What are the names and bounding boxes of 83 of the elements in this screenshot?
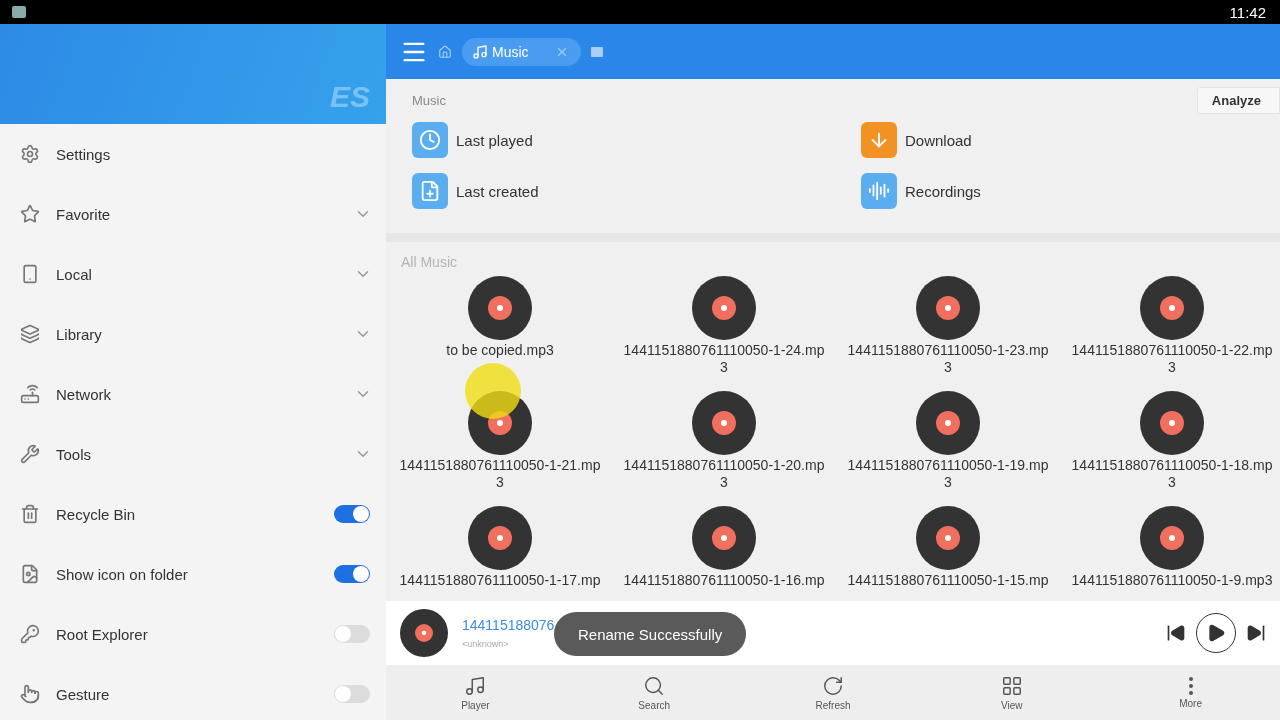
disc-icon [1140, 276, 1204, 340]
file-name[interactable]: 1441151880761110050-1-24.mp3 [620, 342, 828, 376]
file-name[interactable]: 1441151880761110050-1-16.mp [620, 572, 828, 589]
disc-icon [468, 506, 532, 570]
music-note-icon [472, 43, 488, 60]
file-name[interactable]: 1441151880761110050-1-23.mp3 [844, 342, 1052, 376]
disc-icon [692, 391, 756, 455]
nav-button[interactable]: More [1101, 665, 1280, 720]
sidebar-item[interactable]: Settings [56, 145, 372, 163]
touch-indicator [465, 363, 521, 419]
section-title: Music [412, 93, 446, 108]
key-icon [20, 624, 40, 644]
file-name[interactable]: to be copied.mp3 [396, 342, 604, 359]
new-file-icon[interactable] [412, 173, 448, 209]
analyze-button[interactable]: Analyze [1196, 87, 1280, 114]
trash-icon [20, 504, 40, 524]
disc-icon [692, 506, 756, 570]
search-icon [643, 674, 666, 697]
album-disc-icon [400, 609, 448, 657]
file-name[interactable]: 1441151880761110050-1-22.mp3 [1068, 342, 1276, 376]
sidebar-item[interactable]: Local [56, 265, 338, 283]
nav-button[interactable]: Player [386, 665, 565, 720]
sidebar-item[interactable]: Library [56, 325, 338, 343]
router-icon [20, 384, 40, 404]
disc-icon [468, 276, 532, 340]
section-title: All Music [401, 254, 457, 270]
shortcut-label[interactable]: Download [905, 131, 972, 149]
disc-icon [916, 391, 980, 455]
file-name[interactable]: 1441151880761110050-1-18.mp3 [1068, 457, 1276, 491]
phone-icon [20, 264, 40, 284]
disc-icon [1140, 391, 1204, 455]
disc-icon [916, 276, 980, 340]
app-logo: ES [329, 80, 370, 114]
sound-wave-icon[interactable] [861, 173, 897, 209]
disc-icon [1140, 506, 1204, 570]
wrench-icon [20, 444, 40, 464]
file-icon [20, 564, 40, 584]
grid-view-icon [1000, 674, 1023, 697]
track-title: 144115188076 [462, 617, 556, 633]
next-button[interactable] [1246, 623, 1266, 643]
disc-icon [916, 506, 980, 570]
shortcut-label[interactable]: Recordings [905, 182, 981, 200]
sidebar-item[interactable]: Network [56, 385, 338, 403]
toggle-switch[interactable] [334, 685, 370, 703]
toggle-switch[interactable] [334, 565, 370, 583]
download-icon[interactable] [861, 122, 897, 158]
track-artist: <unknown> [462, 639, 510, 649]
window-icon[interactable] [590, 46, 603, 57]
shortcut-label[interactable]: Last played [456, 131, 533, 149]
clock-icon[interactable] [412, 122, 448, 158]
previous-button[interactable] [1166, 623, 1186, 643]
music-note-icon [464, 674, 487, 697]
disc-icon [692, 276, 756, 340]
clock-time: 11:42 [1229, 3, 1266, 21]
sidebar-item[interactable]: Show icon on folder [56, 565, 318, 583]
sidebar-item[interactable]: Recycle Bin [56, 505, 318, 523]
settings-icon [20, 144, 40, 164]
sidebar-item[interactable]: Tools [56, 445, 338, 463]
toggle-switch[interactable] [334, 505, 370, 523]
sidebar-item[interactable]: Gesture [56, 685, 318, 703]
file-name[interactable]: 1441151880761110050-1-17.mp [396, 572, 604, 589]
layers-icon [20, 324, 40, 344]
pointer-hand-icon [20, 684, 40, 704]
file-name[interactable]: 1441151880761110050-1-15.mp [844, 572, 1052, 589]
file-name[interactable]: 1441151880761110050-1-19.mp3 [844, 457, 1052, 491]
toast-message: Rename Successfully [554, 612, 747, 656]
sidebar-item[interactable]: Favorite [56, 205, 338, 223]
play-icon [1206, 623, 1226, 643]
nav-button[interactable]: Search [564, 665, 744, 720]
app-icon [12, 6, 26, 18]
nav-button[interactable]: View [922, 665, 1102, 720]
file-name[interactable]: 1441151880761110050-1-21.mp3 [396, 457, 604, 491]
play-button[interactable] [1196, 613, 1236, 653]
more-icon [1188, 676, 1193, 695]
file-name[interactable]: 1441151880761110050-1-20.mp3 [620, 457, 828, 491]
file-name[interactable]: 1441151880761110050-1-9.mp3 [1068, 572, 1276, 589]
nav-button[interactable]: Refresh [743, 665, 923, 720]
toggle-switch[interactable] [334, 625, 370, 643]
star-icon [20, 204, 40, 224]
home-icon[interactable] [438, 44, 452, 59]
sidebar-item[interactable]: Root Explorer [56, 625, 318, 643]
refresh-icon [822, 674, 844, 697]
shortcut-label[interactable]: Last created [456, 182, 539, 200]
